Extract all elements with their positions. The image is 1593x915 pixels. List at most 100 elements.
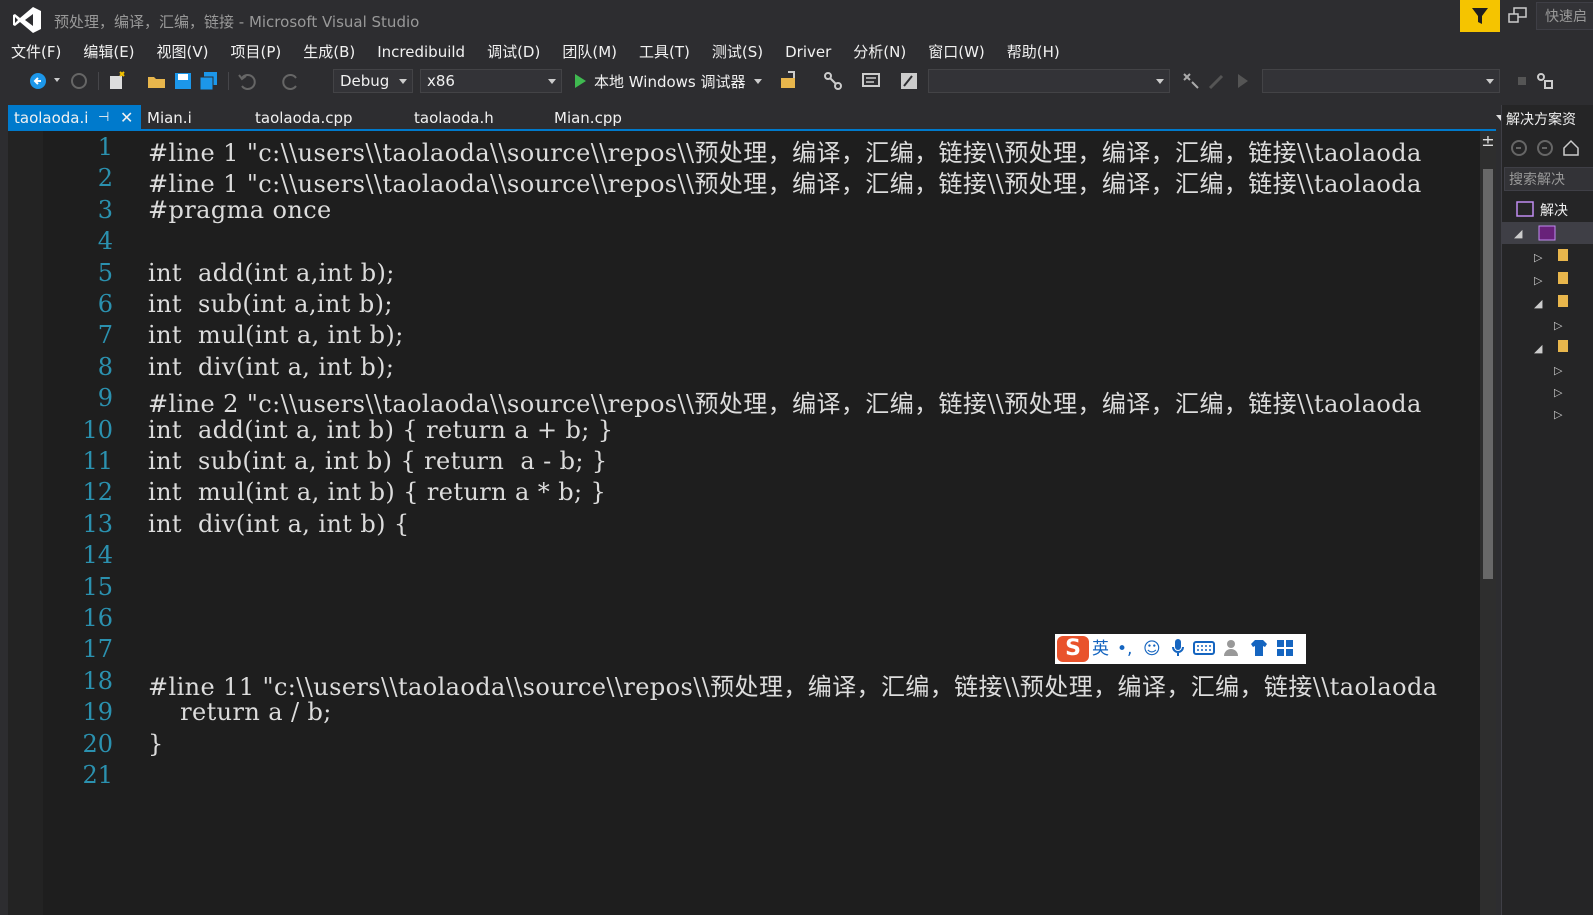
menu-test[interactable]: 测试(S) xyxy=(701,40,774,64)
expand-triangle-icon[interactable]: ▷ xyxy=(1534,274,1542,287)
project-icon xyxy=(1538,225,1556,245)
toolbar-separator xyxy=(228,72,229,90)
code-line[interactable]: int mul(int a, int b) { return a * b; } xyxy=(148,478,606,506)
expand-triangle-icon[interactable]: ▷ xyxy=(1554,386,1562,399)
folder-icon xyxy=(1558,249,1568,261)
code-line[interactable]: #line 2 "c:\\users\\taolaoda\\source\\re… xyxy=(148,384,1422,419)
forward-icon[interactable] xyxy=(1536,139,1554,161)
back-icon[interactable] xyxy=(1510,139,1528,161)
menu-view[interactable]: 视图(V) xyxy=(146,40,220,64)
line-number: 8 xyxy=(97,352,113,381)
menu-build[interactable]: 生成(B) xyxy=(292,40,366,64)
code-line[interactable]: #line 1 "c:\\users\\taolaoda\\source\\re… xyxy=(148,164,1422,199)
menu-project[interactable]: 项目(P) xyxy=(220,40,293,64)
tab-taolaoda-cpp[interactable]: taolaoda.cpp xyxy=(255,105,353,131)
document-tab-bar: taolaoda.i ⊣ ✕ Mian.i taolaoda.cpp taola… xyxy=(0,105,1510,131)
browse-icon[interactable] xyxy=(778,70,800,92)
pin-icon[interactable]: ⊣ xyxy=(98,105,109,131)
title-bar: 预处理，编译，汇编，链接 - Microsoft Visual Studio 快… xyxy=(0,0,1593,40)
menu-team[interactable]: 团队(M) xyxy=(551,40,628,64)
code-line[interactable]: #line 11 "c:\\users\\taolaoda\\source\\r… xyxy=(148,667,1437,702)
menu-edit[interactable]: 编辑(E) xyxy=(72,40,145,64)
extension-icon[interactable] xyxy=(1534,70,1556,92)
code-line[interactable]: int mul(int a, int b); xyxy=(148,321,404,349)
split-editor-icon[interactable]: ± xyxy=(1480,133,1496,149)
expand-triangle-icon[interactable]: ▷ xyxy=(1554,364,1562,377)
emoji-icon[interactable]: ☺ xyxy=(1143,638,1161,660)
microphone-icon[interactable] xyxy=(1171,638,1185,660)
navigate-forward-icon[interactable] xyxy=(68,70,90,92)
menu-driver[interactable]: Driver xyxy=(774,40,842,64)
line-number: 13 xyxy=(82,509,113,538)
collapse-triangle-icon[interactable]: ◢ xyxy=(1534,342,1542,355)
collapse-triangle-icon[interactable]: ◢ xyxy=(1534,297,1542,310)
menu-file[interactable]: 文件(F) xyxy=(0,40,72,64)
vertical-scrollbar[interactable]: ± xyxy=(1480,131,1496,915)
code-line[interactable]: } xyxy=(148,730,164,758)
tab-mian-i[interactable]: Mian.i xyxy=(147,105,192,131)
find-combo[interactable] xyxy=(928,69,1170,93)
menu-analyze[interactable]: 分析(N) xyxy=(842,40,917,64)
expand-triangle-icon[interactable]: ▷ xyxy=(1534,251,1542,264)
user-icon[interactable] xyxy=(1223,638,1243,660)
menu-tools[interactable]: 工具(T) xyxy=(628,40,701,64)
scrollbar-thumb[interactable] xyxy=(1483,169,1493,579)
filter-folder-icon xyxy=(1558,295,1568,307)
code-line[interactable]: int add(int a,int b); xyxy=(148,259,395,287)
line-number: 11 xyxy=(82,447,113,475)
solution-platform-select[interactable]: x86 xyxy=(420,69,562,93)
solution-configuration-select[interactable]: Debug xyxy=(333,69,413,93)
solution-search-input[interactable]: 搜索解决 xyxy=(1504,167,1593,191)
code-line[interactable]: int sub(int a, int b) { return a - b; } xyxy=(148,447,608,475)
stop-icon[interactable] xyxy=(1512,70,1534,92)
ime-punctuation-toggle[interactable]: •, xyxy=(1117,638,1132,660)
ime-language-toggle[interactable]: 英 xyxy=(1092,638,1109,660)
comment-icon[interactable] xyxy=(860,70,882,92)
start-debugging-button[interactable]: 本地 Windows 调试器 xyxy=(575,70,762,92)
navigate-back-icon[interactable] xyxy=(28,70,50,92)
expand-triangle-icon[interactable]: ▷ xyxy=(1554,319,1562,332)
skin-shirt-icon[interactable] xyxy=(1249,638,1269,660)
save-all-icon[interactable] xyxy=(198,70,220,92)
home-icon[interactable] xyxy=(1562,139,1580,161)
search-combo[interactable] xyxy=(1262,69,1500,93)
toolbox-grid-icon[interactable] xyxy=(1275,638,1295,660)
menu-incredibuild[interactable]: Incredibuild xyxy=(366,40,476,64)
code-line[interactable]: int div(int a, int b); xyxy=(148,353,394,381)
menu-window[interactable]: 窗口(W) xyxy=(917,40,996,64)
open-file-icon[interactable] xyxy=(146,70,168,92)
code-line[interactable]: int sub(int a,int b); xyxy=(148,290,393,318)
feedback-icon[interactable] xyxy=(1508,7,1528,29)
close-icon[interactable]: ✕ xyxy=(120,105,133,131)
menu-help[interactable]: 帮助(H) xyxy=(996,40,1071,64)
quick-launch-input[interactable]: 快速启 xyxy=(1536,2,1593,30)
code-line[interactable]: int div(int a, int b) { xyxy=(148,510,410,538)
new-project-icon[interactable] xyxy=(106,70,128,92)
notification-flag-button[interactable] xyxy=(1460,0,1500,32)
undo-icon[interactable] xyxy=(236,70,258,92)
code-editor[interactable]: 1 2 3 4 5 6 7 8 9 10 11 12 13 14 15 16 17 18 19 20 21 #line … xyxy=(8,131,1496,915)
tab-mian-cpp[interactable]: Mian.cpp xyxy=(554,105,622,131)
code-line[interactable]: int add(int a, int b) { return a + b; } xyxy=(148,416,613,444)
code-line[interactable]: #pragma once xyxy=(148,196,332,224)
menu-debug[interactable]: 调试(D) xyxy=(476,40,551,64)
keyboard-icon[interactable] xyxy=(1193,638,1215,660)
ime-toolbar[interactable]: S 英 •, ☺ xyxy=(1055,634,1306,664)
edit-pencil-icon[interactable] xyxy=(1206,70,1228,92)
diagram-icon[interactable] xyxy=(822,70,844,92)
line-number: 16 xyxy=(82,604,113,632)
expand-triangle-icon[interactable]: ▷ xyxy=(1554,408,1562,421)
back-dropdown-icon[interactable] xyxy=(54,78,60,100)
tool-icon[interactable] xyxy=(1180,70,1202,92)
redo-icon[interactable] xyxy=(280,70,302,92)
format-icon[interactable] xyxy=(898,70,920,92)
save-icon[interactable] xyxy=(172,70,194,92)
sogou-logo-icon[interactable]: S xyxy=(1057,636,1089,662)
code-line[interactable]: return a / b; xyxy=(148,698,332,726)
code-line[interactable]: #line 1 "c:\\users\\taolaoda\\source\\re… xyxy=(148,133,1422,168)
collapse-triangle-icon[interactable]: ◢ xyxy=(1514,227,1522,240)
tab-taolaoda-h[interactable]: taolaoda.h xyxy=(414,105,494,131)
continue-icon[interactable] xyxy=(1232,70,1254,92)
tab-taolaoda-i[interactable]: taolaoda.i ⊣ ✕ xyxy=(8,105,141,131)
solution-root-label[interactable]: 解决 xyxy=(1540,200,1568,220)
